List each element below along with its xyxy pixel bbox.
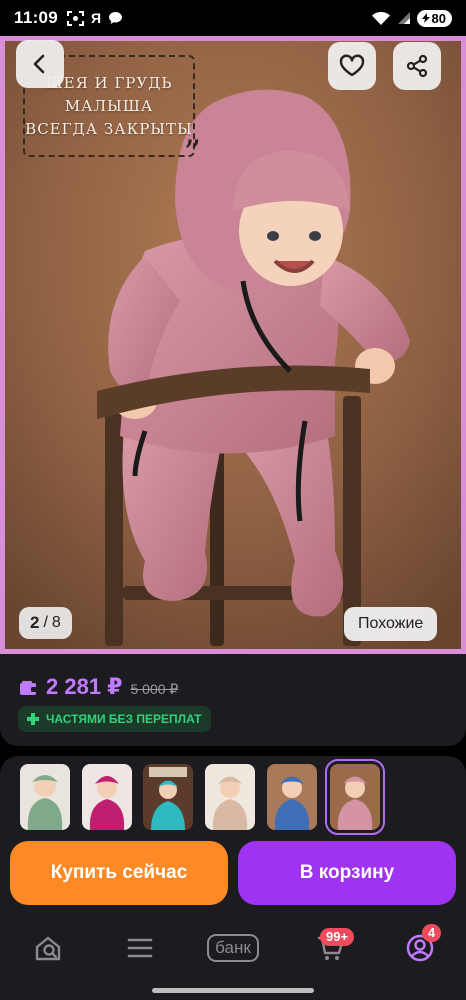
image-counter-total: 8 <box>51 614 61 631</box>
status-bar: 11:09 Я 80 <box>0 0 466 36</box>
installment-badge[interactable]: ЧАСТЯМИ БЕЗ ПЕРЕПЛАТ <box>18 706 212 732</box>
similar-button[interactable]: Похожие <box>344 607 438 641</box>
signal-icon <box>397 11 411 25</box>
nav-catalog[interactable] <box>118 928 162 968</box>
thumbnail-sage-green[interactable] <box>20 764 70 830</box>
catalog-menu-icon <box>127 938 153 958</box>
battery-level: 80 <box>431 10 446 26</box>
profile-badge: 4 <box>422 924 442 942</box>
search-home-icon <box>35 936 61 961</box>
back-button[interactable] <box>16 40 64 88</box>
thumbnail-magenta[interactable] <box>82 764 132 830</box>
puzzle-icon <box>27 713 39 725</box>
caption-line: ВСЕГДА ЗАКРЫТЫ <box>25 119 193 138</box>
yandex-icon: Я <box>91 10 102 26</box>
caption-line: МАЛЫША <box>64 96 154 115</box>
screenshot-icon <box>67 10 85 26</box>
thumbnail-pink-selected[interactable] <box>325 759 385 835</box>
thumbnail-beige[interactable] <box>205 764 255 830</box>
nav-home-search[interactable] <box>26 928 70 968</box>
product-photo[interactable]: ШЕЯ И ГРУДЬ МАЛЫША ВСЕГДА ЗАКРЫТЫ ” 2 / … <box>5 41 461 649</box>
cart-badge: 99+ <box>320 928 355 946</box>
share-button[interactable] <box>393 42 441 90</box>
nav-bank[interactable]: банк <box>202 928 264 968</box>
quote-mark-icon: ” <box>183 133 201 173</box>
heart-icon <box>339 54 365 77</box>
thumbnail-strip <box>0 756 466 838</box>
image-counter-separator: / <box>43 614 48 631</box>
share-icon <box>406 54 428 78</box>
bank-icon: банк <box>207 934 259 962</box>
price-row: 2 281 ₽ 5 000 ₽ <box>20 674 178 700</box>
buy-now-button[interactable]: Купить сейчас <box>10 841 228 905</box>
wallet-icon <box>20 681 38 695</box>
add-to-cart-button[interactable]: В корзину <box>238 841 456 905</box>
thumbnail-blue[interactable] <box>267 764 317 830</box>
installment-label: ЧАСТЯМИ БЕЗ ПЕРЕПЛАТ <box>46 712 202 726</box>
wifi-icon <box>371 11 391 26</box>
caption-line: ШЕЯ И ГРУДЬ <box>45 73 173 92</box>
image-counter-current: 2 <box>30 613 40 632</box>
status-time: 11:09 <box>14 8 59 27</box>
nav-profile[interactable]: 4 <box>398 924 442 968</box>
product-gallery[interactable]: ШЕЯ И ГРУДЬ МАЛЫША ВСЕГДА ЗАКРЫТЫ ” 2 / … <box>0 36 466 654</box>
price-section: 2 281 ₽ 5 000 ₽ ЧАСТЯМИ БЕЗ ПЕРЕПЛАТ <box>0 654 466 746</box>
nav-cart[interactable]: 99+ <box>308 928 355 968</box>
thumbnail-turquoise[interactable] <box>143 764 193 830</box>
action-bar: Купить сейчас В корзину <box>0 838 466 914</box>
home-indicator[interactable] <box>152 988 314 993</box>
favorite-button[interactable] <box>328 42 376 90</box>
old-price: 5 000 ₽ <box>130 681 179 697</box>
current-price: 2 281 ₽ <box>46 674 123 699</box>
chevron-left-icon <box>33 54 45 74</box>
chat-bubble-icon <box>108 11 123 25</box>
image-counter: 2 / 8 <box>19 607 72 639</box>
battery-icon: 80 <box>416 9 452 27</box>
